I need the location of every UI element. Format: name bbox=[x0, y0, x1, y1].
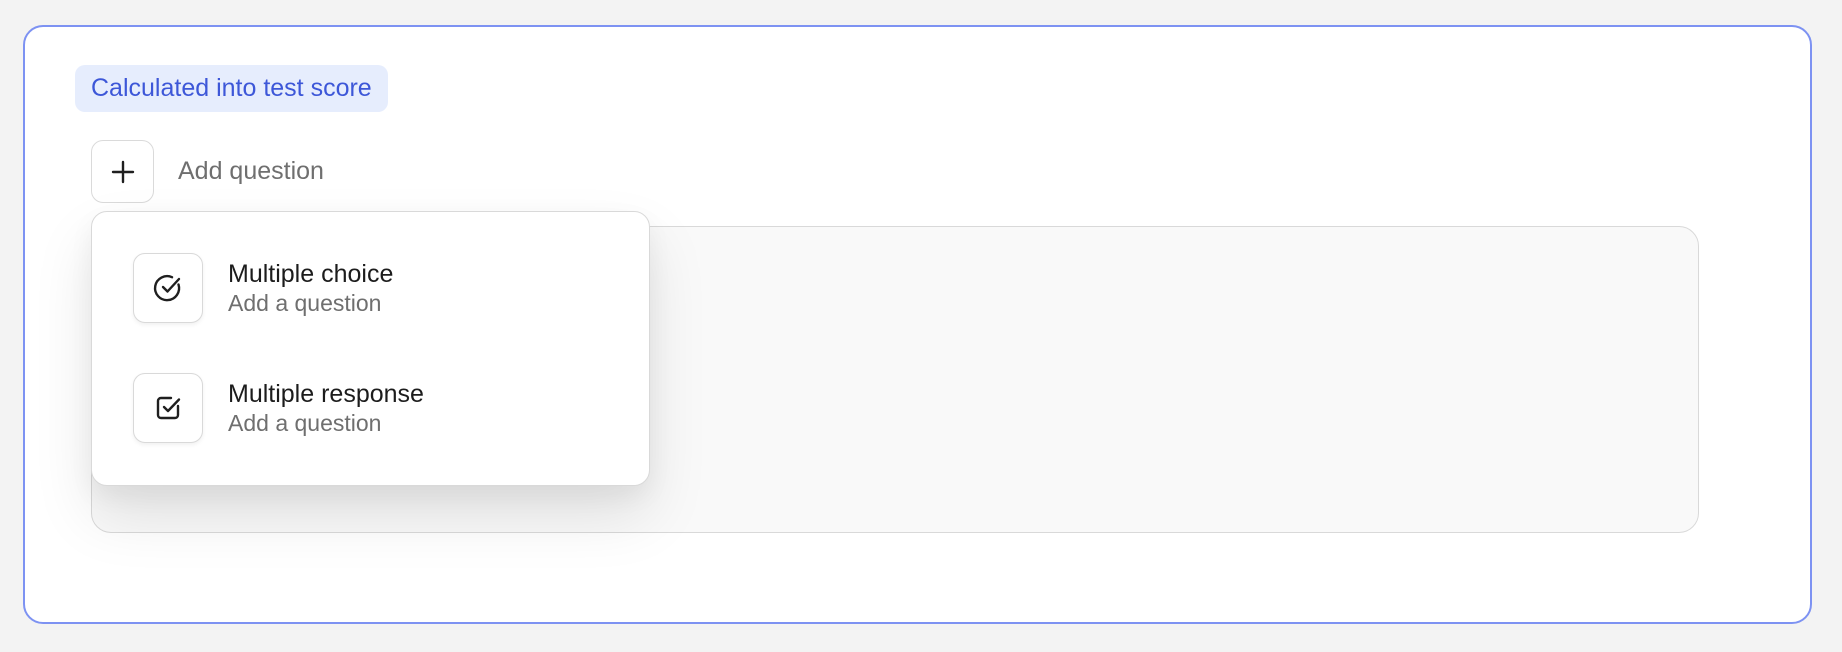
plus-icon bbox=[111, 160, 134, 183]
menu-item-title: Multiple response bbox=[228, 380, 424, 408]
add-question-label[interactable]: Add question bbox=[178, 157, 324, 186]
menu-item-multiple-response[interactable]: Multiple response Add a question bbox=[133, 372, 424, 444]
question-type-menu: Multiple choice Add a question Multiple … bbox=[91, 211, 650, 486]
menu-item-multiple-choice[interactable]: Multiple choice Add a question bbox=[133, 252, 393, 324]
menu-item-subtitle: Add a question bbox=[228, 290, 382, 316]
circle-check-icon bbox=[133, 253, 203, 323]
add-question-row[interactable]: Add question bbox=[91, 140, 324, 203]
square-check-icon bbox=[133, 373, 203, 443]
add-question-button[interactable] bbox=[91, 140, 154, 203]
score-badge: Calculated into test score bbox=[75, 65, 388, 112]
menu-item-title: Multiple choice bbox=[228, 260, 394, 288]
menu-item-subtitle: Add a question bbox=[228, 410, 382, 436]
